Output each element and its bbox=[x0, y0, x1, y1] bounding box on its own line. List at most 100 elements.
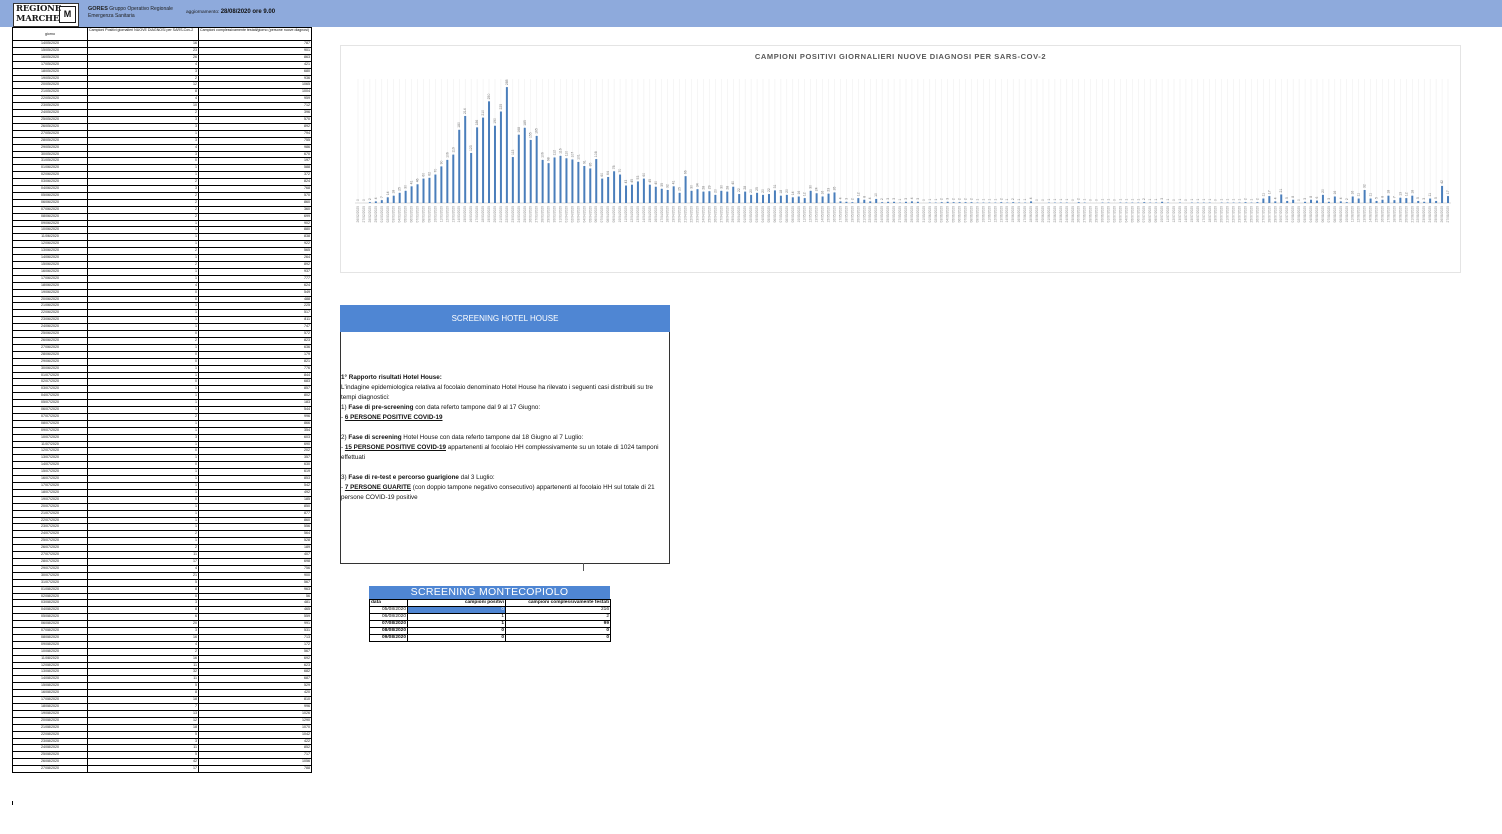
chart-bar bbox=[482, 117, 485, 203]
data-label: 22 bbox=[737, 188, 741, 192]
cell-testati: 396 bbox=[198, 109, 312, 117]
cell-testati: 692 bbox=[198, 654, 312, 663]
data-label: 0 bbox=[1089, 199, 1093, 201]
chart-bar bbox=[1399, 197, 1402, 203]
tick-label: 27/05/2020 bbox=[898, 206, 902, 223]
table-row: 10/07/2020 3 603 bbox=[12, 433, 312, 442]
tick-label: 05/05/2020 bbox=[767, 206, 771, 223]
cell-testati: 863 bbox=[198, 53, 312, 62]
data-label: 225 bbox=[499, 104, 503, 110]
data-label: 2 bbox=[952, 198, 956, 200]
cell-positivi: 1 bbox=[87, 129, 199, 138]
chart-bar bbox=[458, 129, 461, 203]
chart-bar bbox=[869, 201, 872, 203]
chart-bar bbox=[666, 189, 669, 203]
data-label: 250 bbox=[487, 94, 491, 100]
data-label: 113 bbox=[511, 150, 515, 156]
tick-label: 18/05/2020 bbox=[844, 206, 848, 223]
cell-positivi: 3 bbox=[87, 67, 199, 76]
mc-row: 06/08/2020 1 2 bbox=[369, 613, 611, 621]
cell-testati: 821 bbox=[198, 357, 312, 366]
tick-label: 20/07/2020 bbox=[1220, 206, 1224, 223]
cell-positivi: 1 bbox=[87, 440, 199, 449]
table-row: 13/06/2020 2 565 bbox=[12, 247, 312, 256]
tick-label: 01/04/2020 bbox=[564, 206, 568, 223]
table-row: 05/07/2020 1 183 bbox=[12, 399, 312, 408]
chart-bar bbox=[970, 202, 973, 203]
cell-testati: 838 bbox=[198, 233, 312, 242]
table-row: 16/06/2020 1 937 bbox=[12, 267, 312, 276]
chart-bar bbox=[851, 202, 854, 203]
cell-positivi: 18 bbox=[87, 696, 199, 704]
tick-label: 27/04/2020 bbox=[719, 206, 723, 223]
tick-label: 12/06/2020 bbox=[993, 206, 997, 223]
table-row: 01/07/2020 1 844 bbox=[12, 371, 312, 380]
cell-positivi: 3 bbox=[87, 136, 199, 145]
chart-bar bbox=[547, 163, 550, 203]
cell-testati: 481 bbox=[198, 599, 312, 608]
chart-bar bbox=[1161, 201, 1164, 203]
cell-positivi: 1 bbox=[87, 468, 199, 477]
data-label: 107 bbox=[570, 152, 574, 158]
cell-testati: 264 bbox=[198, 254, 312, 262]
tick-label: 28/07/2020 bbox=[1267, 206, 1271, 223]
tick-label: 05/07/2020 bbox=[1130, 206, 1134, 223]
chart-bar bbox=[1244, 202, 1247, 203]
cell-date: 21/06/2020 bbox=[12, 302, 88, 311]
data-label: 0 bbox=[922, 199, 926, 201]
table-row: 07/08/2020 3 531 bbox=[12, 627, 312, 635]
positives-chart: CAMPIONI POSITIVI GIORNALIERI NUOVE DIAG… bbox=[340, 45, 1461, 273]
cell-testati: 1026 bbox=[198, 709, 312, 718]
cell-positivi: 4 bbox=[87, 640, 199, 649]
cell-positivi: 2 bbox=[87, 198, 199, 207]
tick-label: 28/03/2020 bbox=[541, 206, 545, 223]
cell-positivi: 1 bbox=[87, 516, 199, 525]
data-label: 7 bbox=[1392, 196, 1396, 198]
table-row: 03/08/2020 3 481 bbox=[12, 599, 312, 608]
chart-bar bbox=[630, 184, 633, 203]
table-row: 11/07/2020 1 690 bbox=[12, 440, 312, 449]
cell-date: 07/08/2020 bbox=[12, 627, 88, 635]
cell-positivi: 20 bbox=[87, 620, 199, 629]
tick-label: 27/02/2020 bbox=[362, 206, 366, 223]
tick-label: 28/04/2020 bbox=[725, 206, 729, 223]
data-label: 1 bbox=[1166, 199, 1170, 201]
tick-label: 12/07/2020 bbox=[1172, 206, 1176, 223]
cell-date: 29/06/2020 bbox=[12, 357, 88, 366]
cell-positivi: 1 bbox=[87, 164, 199, 173]
cell-positivi: 17 bbox=[87, 557, 199, 566]
data-label: 1 bbox=[981, 199, 985, 201]
chart-bar bbox=[410, 186, 413, 203]
data-label: 5 bbox=[1375, 197, 1379, 199]
cell-testati: 936 bbox=[198, 74, 312, 83]
tick-label: 09/03/2020 bbox=[427, 206, 431, 223]
table-row: 15/06/2020 2 892 bbox=[12, 261, 312, 269]
data-label: 1 bbox=[1249, 199, 1253, 201]
cell-date: 23/07/2020 bbox=[12, 523, 88, 532]
cell-positivi: 1 bbox=[87, 219, 199, 228]
data-label: 53 bbox=[636, 176, 640, 180]
cell-date: 09/07/2020 bbox=[12, 426, 88, 435]
cell-date: 02/06/2020 bbox=[12, 171, 88, 180]
data-label: 12 bbox=[1404, 192, 1408, 196]
table-row: 29/05/2020 4 986 bbox=[12, 143, 312, 152]
cell-positivi: 0 bbox=[87, 157, 199, 166]
mc-cell-testati: 0 bbox=[505, 627, 611, 635]
mc-cell-testati: 99 bbox=[505, 620, 611, 628]
tick-label: 15/05/2020 bbox=[827, 206, 831, 223]
cell-date: 04/06/2020 bbox=[12, 185, 88, 193]
data-label: 20 bbox=[713, 189, 717, 193]
data-label: 64 bbox=[606, 171, 610, 175]
cell-positivi: 2 bbox=[87, 191, 199, 200]
cell-date: 23/05/2020 bbox=[12, 102, 88, 111]
cell-testati: 531 bbox=[198, 627, 312, 635]
cell-testati: 857 bbox=[198, 385, 312, 394]
cell-positivi: 0 bbox=[87, 357, 199, 366]
cell-testati: 777 bbox=[198, 274, 312, 283]
tick-label: 11/06/2020 bbox=[987, 206, 991, 222]
cell-testati: 996 bbox=[198, 412, 312, 421]
data-label: 285 bbox=[505, 79, 509, 85]
cell-testati: 901 bbox=[198, 46, 312, 55]
table-row: 12/07/2020 0 202 bbox=[12, 447, 312, 456]
tick-label: 08/08/2020 bbox=[1333, 206, 1337, 223]
